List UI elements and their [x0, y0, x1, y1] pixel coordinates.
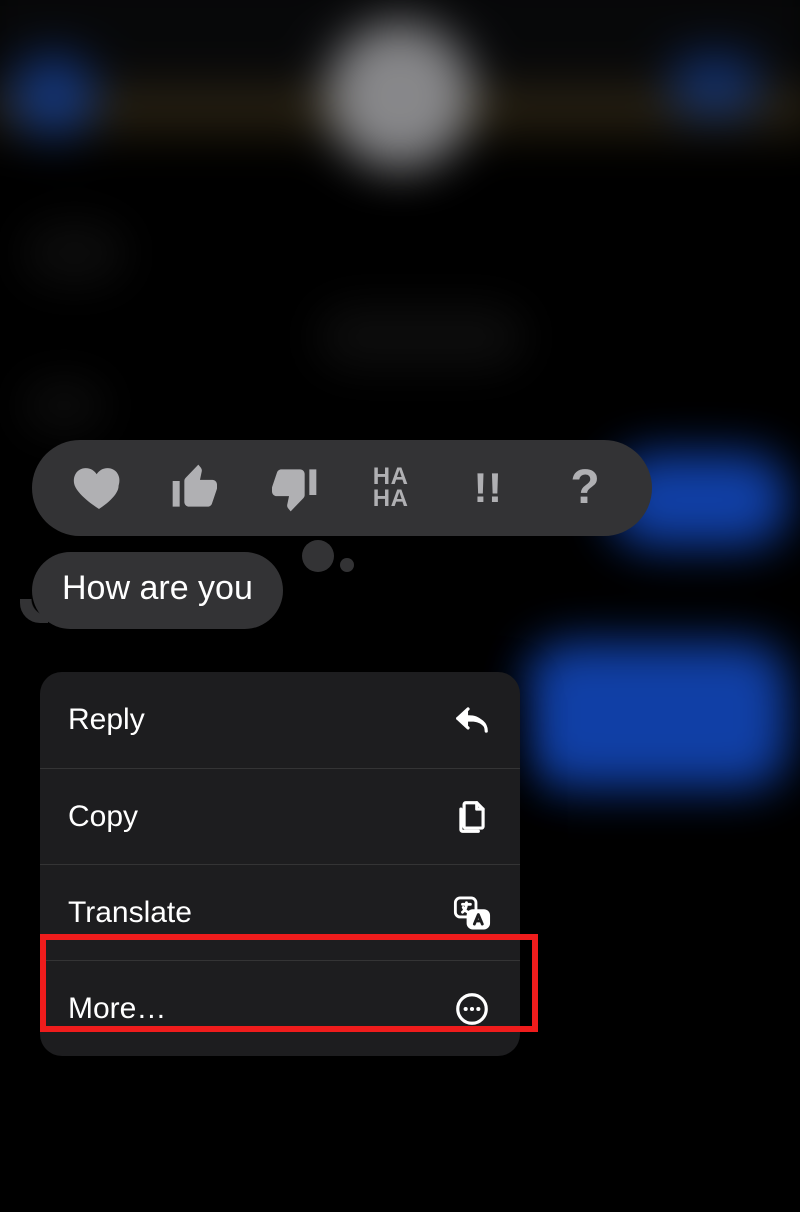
menu-item-label: More…: [68, 992, 166, 1026]
reaction-question[interactable]: ?: [550, 453, 620, 523]
selected-message-text: How are you: [62, 569, 253, 607]
reaction-thumbs-up[interactable]: [161, 453, 231, 523]
exclaim-icon: !!: [473, 469, 502, 507]
menu-item-translate[interactable]: Translate: [40, 864, 520, 960]
reaction-haha[interactable]: HA HA: [356, 453, 426, 523]
reply-icon: [452, 700, 492, 740]
translate-icon: [452, 893, 492, 933]
thumbs-up-icon: [168, 460, 224, 516]
haha-icon: HA HA: [373, 466, 409, 509]
menu-item-label: Reply: [68, 703, 145, 737]
menu-item-copy[interactable]: Copy: [40, 768, 520, 864]
reaction-heart[interactable]: [64, 453, 134, 523]
menu-item-reply[interactable]: Reply: [40, 672, 520, 768]
message-context-menu: Reply Copy Translate: [40, 672, 520, 1056]
heart-icon: [71, 460, 127, 516]
copy-icon: [452, 797, 492, 837]
menu-item-label: Copy: [68, 800, 138, 834]
reaction-thumbs-down[interactable]: [258, 453, 328, 523]
reaction-connector-bubble-small: [340, 558, 354, 572]
menu-item-label: Translate: [68, 896, 192, 930]
reactions-bar: HA HA !! ?: [32, 440, 652, 536]
reaction-exclaim[interactable]: !!: [453, 453, 523, 523]
reaction-connector-bubble: [302, 540, 334, 572]
selected-message-bubble[interactable]: How are you: [32, 552, 283, 629]
more-icon: [452, 989, 492, 1029]
question-icon: ?: [570, 466, 600, 509]
thumbs-down-icon: [265, 460, 321, 516]
menu-item-more[interactable]: More…: [40, 960, 520, 1056]
